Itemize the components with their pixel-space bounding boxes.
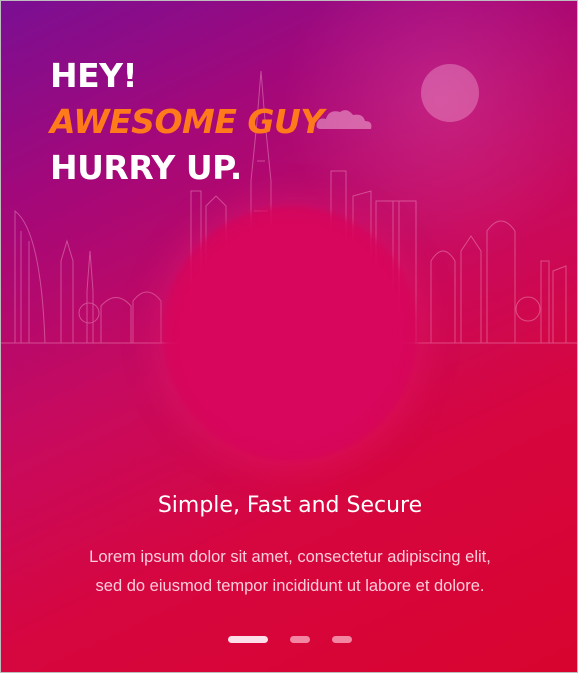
page-indicator-dot-3[interactable] [332, 635, 352, 643]
headline: HEY! AWESOME GUY HURRY UP. [50, 53, 324, 191]
feature-description: Lorem ipsum dolor sit amet, consectetur … [41, 543, 539, 601]
page-indicator-dot-1[interactable] [228, 635, 268, 643]
onboarding-screen: HEY! AWESOME GUY HURRY UP. Simple, Fast … [0, 0, 578, 673]
description-line-1: Lorem ipsum dolor sit amet, consectetur … [89, 548, 491, 566]
page-indicator-dot-2[interactable] [290, 635, 310, 643]
page-indicator [1, 634, 577, 644]
headline-accent: AWESOME GUY [50, 102, 324, 141]
cloud-icon [316, 110, 372, 129]
hero-orb [163, 206, 418, 461]
sun-icon [421, 64, 479, 122]
feature-title: Simple, Fast and Secure [157, 493, 423, 518]
headline-greeting: HEY! [50, 56, 138, 95]
headline-call-to-action: HURRY UP. [50, 148, 242, 187]
description-line-2: sed do eiusmod tempor incididunt ut labo… [95, 577, 485, 595]
